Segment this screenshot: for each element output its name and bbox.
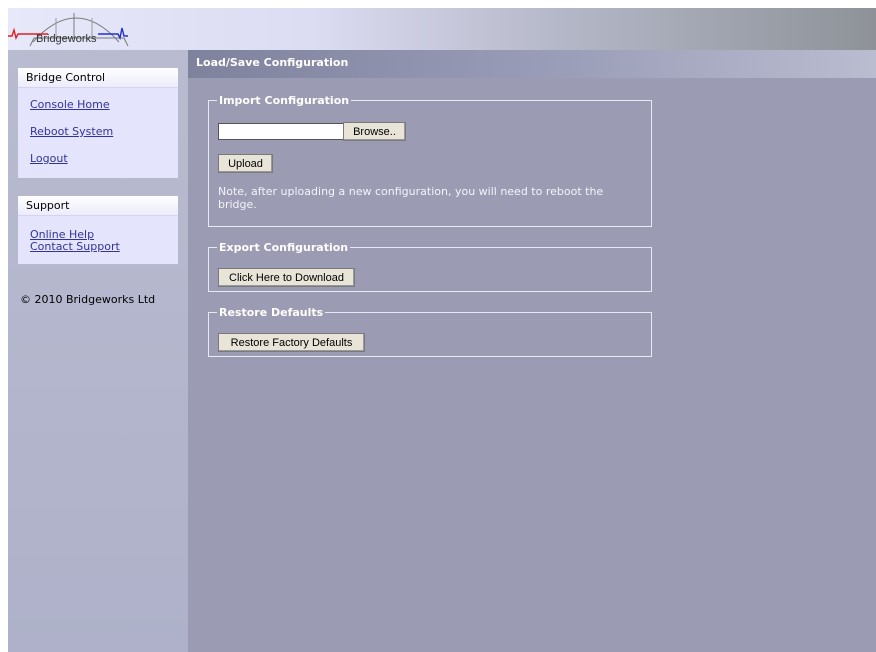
page-frame: Bridgeworks Bridge Control Console Home …	[8, 8, 876, 652]
page-title: Load/Save Configuration	[188, 50, 876, 78]
contact-support-link[interactable]: Contact Support	[30, 240, 120, 253]
import-configuration-group: Import Configuration Browse.. Upload Not…	[208, 94, 652, 227]
copyright-text: © 2010 Bridgeworks Ltd	[20, 293, 156, 306]
restore-defaults-legend: Restore Defaults	[219, 306, 324, 319]
logout-link[interactable]: Logout	[30, 152, 68, 165]
upload-button[interactable]: Upload	[218, 154, 273, 173]
download-button[interactable]: Click Here to Download	[218, 268, 355, 287]
restore-factory-defaults-button[interactable]: Restore Factory Defaults	[218, 333, 365, 352]
sidebar: Bridge Control Console Home Reboot Syste…	[8, 50, 188, 652]
export-configuration-legend: Export Configuration	[219, 241, 349, 254]
support-box: Support Online Help Contact Support	[18, 196, 178, 264]
import-configuration-legend: Import Configuration	[219, 94, 350, 107]
config-file-input[interactable]	[218, 123, 344, 140]
logo-text: Bridgeworks	[36, 33, 97, 45]
console-home-link[interactable]: Console Home	[30, 98, 110, 111]
restore-defaults-group: Restore Defaults Restore Factory Default…	[208, 306, 652, 357]
export-configuration-group: Export Configuration Click Here to Downl…	[208, 241, 652, 292]
import-note: Note, after uploading a new configuratio…	[218, 185, 604, 211]
bridge-control-box: Bridge Control Console Home Reboot Syste…	[18, 68, 178, 178]
support-heading: Support	[18, 196, 178, 216]
reboot-system-link[interactable]: Reboot System	[30, 125, 113, 138]
browse-button[interactable]: Browse..	[343, 122, 406, 141]
bridgeworks-logo[interactable]: Bridgeworks	[8, 8, 138, 50]
top-banner: Bridgeworks	[8, 8, 876, 50]
bridge-control-heading: Bridge Control	[18, 68, 178, 88]
